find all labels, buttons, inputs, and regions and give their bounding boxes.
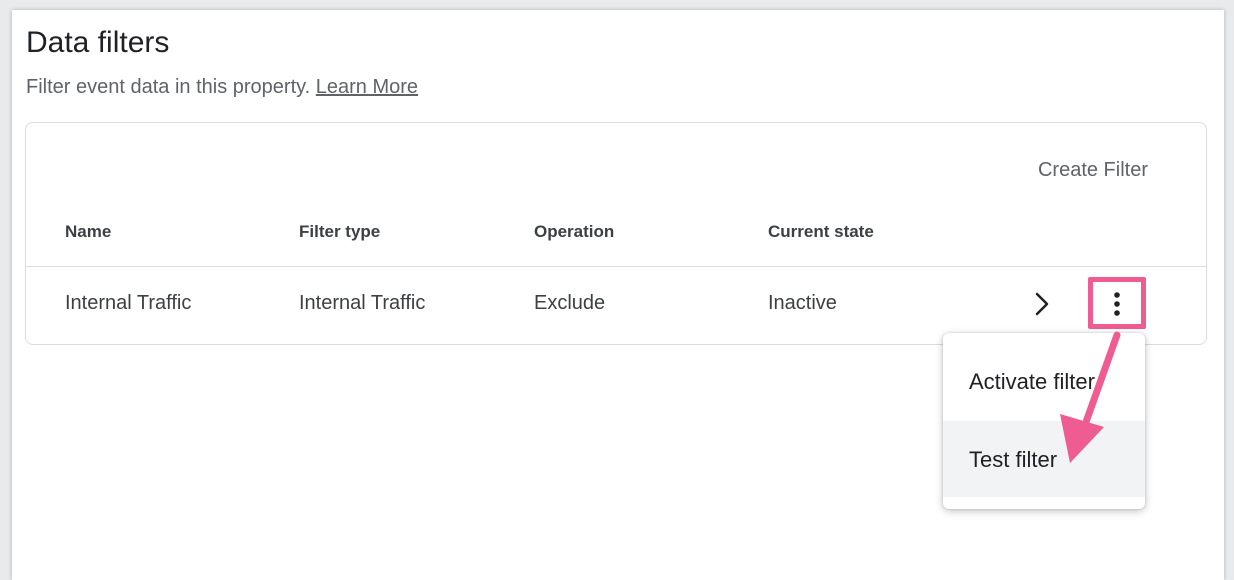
column-header-operation: Operation (534, 222, 615, 241)
chevron-right-icon[interactable] (1030, 289, 1054, 319)
page-title: Data filters (26, 26, 170, 59)
row-actions-menu: Activate filter Test filter (943, 333, 1145, 509)
page-description: Filter event data in this property. Lear… (26, 76, 418, 99)
menu-item-label: Activate filter (969, 369, 1095, 394)
cell-filter-type: Internal Traffic (299, 292, 426, 314)
column-header-filter-type: Filter type (299, 222, 381, 241)
create-filter-button[interactable]: Create Filter (1038, 159, 1148, 182)
table-header-row: Name Filter type Operation Current state (26, 220, 1206, 267)
learn-more-link[interactable]: Learn More (316, 76, 418, 98)
menu-item-label: Test filter (969, 447, 1058, 472)
column-header-name: Name (65, 222, 112, 241)
cell-name: Internal Traffic (65, 292, 192, 314)
description-text: Filter event data in this property. (26, 76, 311, 98)
more-vert-icon (1114, 292, 1120, 316)
filters-table: Create Filter Name Filter type Operation… (25, 122, 1207, 345)
more-options-button[interactable] (1088, 277, 1146, 329)
column-header-current-state: Current state (768, 222, 874, 241)
menu-item-activate-filter[interactable]: Activate filter (943, 343, 1145, 419)
cell-current-state: Inactive (768, 292, 837, 314)
cell-operation: Exclude (534, 292, 606, 314)
menu-item-test-filter[interactable]: Test filter (943, 421, 1145, 497)
